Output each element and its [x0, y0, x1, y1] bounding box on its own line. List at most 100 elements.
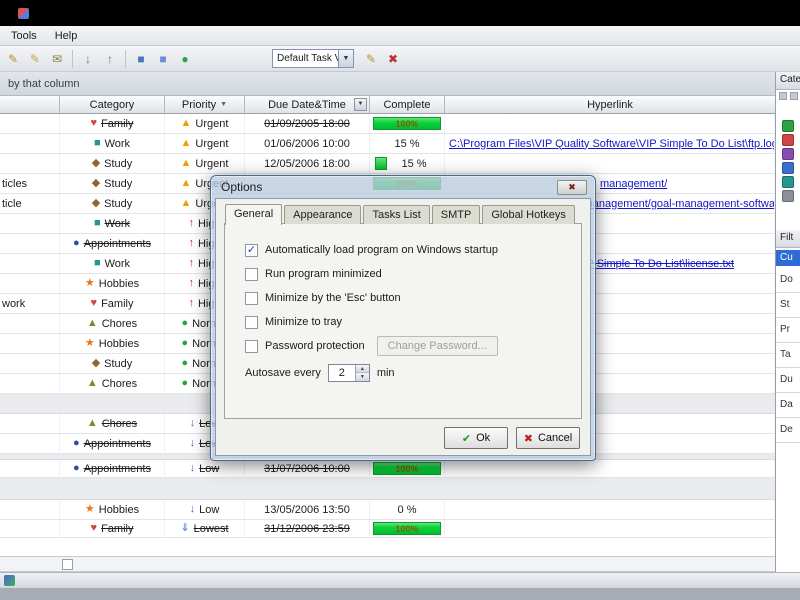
tab-tasks-list[interactable]: Tasks List [363, 205, 430, 224]
general-tab-panel: ✓ Automatically load program on Windows s… [224, 223, 582, 419]
category-cell: ■ Work [60, 254, 165, 273]
toolbar: ✎ ✎ ✉ ↓ ↑ ■ ■ ● Default Task V ▼ ✎ ✖ [0, 46, 800, 72]
mail-icon[interactable]: ✉ [47, 49, 67, 69]
hyperlink[interactable]: C:\Program Files\VIP Quality Software\VI… [449, 138, 774, 150]
window-titlebar[interactable] [0, 0, 800, 26]
checkbox[interactable] [245, 267, 258, 281]
category-icon: ◆ [91, 157, 101, 169]
task-name-cell: work [0, 294, 60, 313]
priority-label: Low [199, 503, 220, 516]
filter-item-selected[interactable]: Cu [776, 250, 800, 266]
close-icon[interactable]: ✖ [557, 180, 587, 195]
checkbox[interactable] [245, 315, 258, 329]
ok-button[interactable]: ✔ Ok [444, 427, 508, 449]
category-color-icon[interactable] [782, 148, 794, 160]
checkbox[interactable]: ✓ [245, 243, 258, 257]
chevron-down-icon[interactable]: ▼ [338, 50, 353, 67]
priority-icon: ▲ [180, 177, 192, 189]
category-label: Hobbies [98, 503, 140, 516]
filter-item[interactable]: Do [776, 268, 800, 293]
category-color-icon[interactable] [782, 190, 794, 202]
category-color-icon[interactable] [782, 176, 794, 188]
hyperlink-cell [445, 500, 775, 519]
priority-label: Lowest [193, 522, 229, 535]
panel-view-icon[interactable]: ■ [131, 49, 151, 69]
change-password-button[interactable]: Change Password... [376, 336, 498, 356]
filter-item[interactable]: Pr [776, 318, 800, 343]
filter-dropdown-icon[interactable]: ▼ [354, 98, 367, 111]
category-color-icon[interactable] [782, 134, 794, 146]
header-due-date[interactable]: Due Date&Time ▼ [245, 96, 370, 114]
task-view-combo[interactable]: Default Task V ▼ [272, 49, 354, 68]
move-up-icon[interactable]: ↑ [100, 49, 120, 69]
header-hyperlink[interactable]: Hyperlink [445, 96, 775, 114]
x-icon: ✖ [523, 432, 533, 445]
dialog-title: Options [221, 180, 263, 194]
grid-view-icon[interactable]: ■ [153, 49, 173, 69]
hyperlink[interactable]: s/management/goal-management-software [575, 198, 774, 210]
new-task-checkbox[interactable] [62, 559, 73, 570]
priority-cell: ▲Urgent [165, 154, 245, 173]
delete-filter-icon[interactable]: ✖ [383, 49, 403, 69]
group-by-bar[interactable]: by that column [0, 72, 800, 96]
priority-icon: ↑ [188, 217, 194, 229]
edit-task-icon[interactable]: ✎ [25, 49, 45, 69]
header-complete-label: Complete [383, 98, 431, 111]
spinner-down-icon[interactable]: ▼ [355, 373, 369, 381]
checkbox[interactable] [245, 339, 258, 353]
move-down-icon[interactable]: ↓ [78, 49, 98, 69]
header-priority[interactable]: Priority ▼ [165, 96, 245, 114]
task-row[interactable]: ♥ Family ⇓ Lowest 31/12/2006 23:59 100% [0, 520, 775, 538]
tab-appearance[interactable]: Appearance [284, 205, 362, 224]
filter-item[interactable]: Da [776, 393, 800, 418]
filter-item[interactable]: St [776, 293, 800, 318]
category-label: Appointments [83, 437, 151, 450]
due-cell: 31/12/2006 23:59 [245, 520, 370, 537]
hyperlink[interactable]: management/ [600, 178, 667, 190]
new-task-icon[interactable]: ✎ [3, 49, 23, 69]
edit-filter-icon[interactable]: ✎ [361, 49, 381, 69]
priority-icon: ↑ [188, 257, 194, 269]
checkbox-label: Automatically load program on Windows st… [265, 244, 498, 256]
group-by-hint: by that column [8, 77, 80, 90]
task-row[interactable]: ♥ Family ▲ Urgent 01/09/2005 18:00 100% [0, 114, 775, 134]
task-row[interactable]: ■ Work ▲ Urgent 01/06/2006 10:00 15 % C:\Progr… [0, 134, 775, 154]
progress-bar: 100% [373, 117, 441, 130]
checkbox-row: Password protection Change Password... [225, 334, 581, 358]
category-color-icon[interactable] [782, 120, 794, 132]
menu-tools[interactable]: Tools [2, 28, 46, 44]
header-complete[interactable]: Complete [370, 96, 445, 114]
priority-icon: ↑ [188, 297, 194, 309]
autosave-input[interactable]: 2 [329, 365, 355, 381]
tab-smtp[interactable]: SMTP [431, 205, 481, 224]
menu-help[interactable]: Help [46, 28, 87, 44]
cancel-button[interactable]: ✖ Cancel [516, 427, 580, 449]
header-category[interactable]: Category [60, 96, 165, 114]
autosave-spinner[interactable]: 2 ▲ ▼ [327, 364, 370, 382]
task-row[interactable]: ★ Hobbies ↓ Low 13/05/2006 13:50 0 % [0, 500, 775, 520]
refresh-icon[interactable]: ● [175, 49, 195, 69]
filter-item[interactable]: Du [776, 368, 800, 393]
spinner-up-icon[interactable]: ▲ [355, 365, 369, 373]
header-task-name[interactable] [0, 96, 60, 114]
category-label: Study [104, 157, 133, 170]
options-checkbox-list: ✓ Automatically load program on Windows s… [225, 224, 581, 358]
autosave-label: Autosave every [245, 367, 321, 379]
toolbar-separator [125, 50, 126, 68]
task-row[interactable]: ◆ Study ▲ Urgent 12/05/2006 18:00 15 % [0, 154, 775, 174]
task-row[interactable]: ● Appointments ↓ Low 31/07/2006 10:00 100% [0, 460, 775, 478]
checkbox[interactable] [245, 291, 258, 305]
filter-item[interactable]: De [776, 418, 800, 443]
category-color-icon[interactable] [782, 162, 794, 174]
tab-global-hotkeys[interactable]: Global Hotkeys [482, 205, 575, 224]
filter-list: Do St Pr Ta Du Da De [776, 268, 800, 443]
category-label: Family [101, 117, 134, 130]
panel-tool-icon[interactable] [790, 92, 798, 100]
priority-icon: ↓ [189, 503, 196, 515]
panel-tool-icon[interactable] [779, 92, 787, 100]
due-label: 13/05/2006 13:50 [264, 503, 350, 516]
filter-item[interactable]: Ta [776, 343, 800, 368]
tab-general[interactable]: General [225, 204, 283, 225]
checkbox-label: Password protection [265, 340, 365, 352]
new-task-row[interactable] [0, 556, 775, 572]
